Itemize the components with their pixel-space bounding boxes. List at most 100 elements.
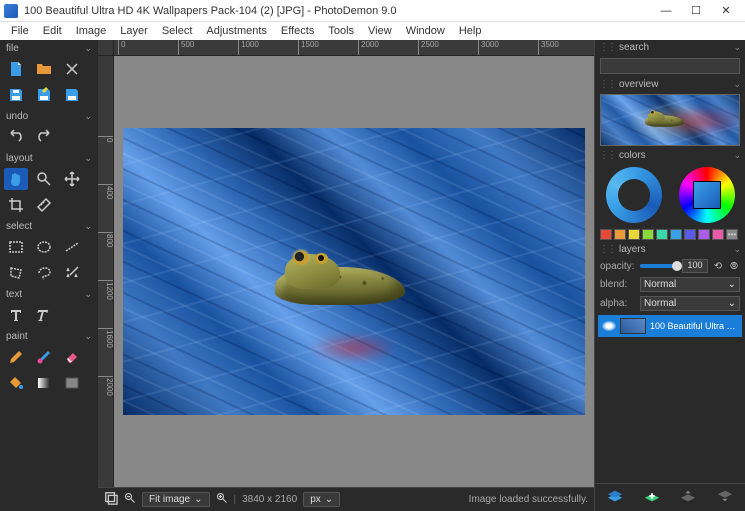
zoom-tool[interactable]	[32, 168, 56, 190]
blend-select[interactable]: Normal⌄	[640, 277, 740, 292]
panel-colors-header[interactable]: ⋮⋮colors⌄	[595, 148, 745, 163]
color-swatches: •••	[595, 227, 745, 242]
color-wheel-shade[interactable]	[606, 167, 662, 223]
ruler-vertical[interactable]: 0 400 800 1200 1600 2000	[98, 56, 114, 487]
add-layer-button[interactable]	[606, 488, 624, 507]
panel-search-header[interactable]: ⋮⋮search⌄	[595, 40, 745, 55]
line-select-tool[interactable]	[60, 236, 84, 258]
menu-select[interactable]: Select	[155, 25, 200, 37]
close-file-button[interactable]	[60, 58, 84, 80]
menubar: File Edit Image Layer Select Adjustments…	[0, 22, 745, 40]
section-undo[interactable]: undo⌄	[0, 108, 98, 124]
gradient-tool[interactable]	[32, 372, 56, 394]
crop-tool[interactable]	[4, 194, 28, 216]
canvas-viewport[interactable]: ⟳	[114, 56, 594, 487]
swatch[interactable]	[656, 229, 668, 240]
menu-edit[interactable]: Edit	[36, 25, 69, 37]
rect-select-tool[interactable]	[4, 236, 28, 258]
wand-tool[interactable]	[60, 262, 84, 284]
save-as-button[interactable]	[32, 84, 56, 106]
section-layout[interactable]: layout⌄	[0, 150, 98, 166]
layer-buttons	[595, 483, 745, 511]
pencil-tool[interactable]	[4, 346, 28, 368]
statusbar: Fit image⌄ | 3840 x 2160 px⌄ Image loade…	[98, 487, 594, 511]
alpha-label: alpha:	[600, 298, 636, 309]
save-button[interactable]	[4, 84, 28, 106]
menu-help[interactable]: Help	[452, 25, 489, 37]
redo-button[interactable]	[32, 126, 56, 148]
menu-file[interactable]: File	[4, 25, 36, 37]
menu-layer[interactable]: Layer	[113, 25, 155, 37]
blend-label: blend:	[600, 279, 636, 290]
zoom-mode-select[interactable]: Fit image⌄	[142, 492, 210, 507]
section-file[interactable]: file⌄	[0, 40, 98, 56]
swatch[interactable]	[712, 229, 724, 240]
swatch[interactable]	[684, 229, 696, 240]
eraser-tool[interactable]	[60, 346, 84, 368]
text-tool[interactable]	[4, 304, 28, 326]
ruler-corner	[98, 40, 114, 56]
layer-up-button[interactable]	[679, 488, 697, 507]
alpha-select[interactable]: Normal⌄	[640, 296, 740, 311]
layer-down-button[interactable]	[716, 488, 734, 507]
tabs-icon[interactable]	[104, 491, 118, 508]
layer-item[interactable]: 100 Beautiful Ultra HD 4K...	[598, 315, 742, 337]
export-button[interactable]	[60, 84, 84, 106]
opacity-value[interactable]: 100	[682, 259, 708, 273]
canvas-area: 0 500 1000 1500 2000 2500 3000 3500 0 40…	[98, 40, 594, 511]
menu-tools[interactable]: Tools	[321, 25, 361, 37]
swatch[interactable]	[614, 229, 626, 240]
ruler-horizontal[interactable]: 0 500 1000 1500 2000 2500 3000 3500	[114, 40, 594, 56]
menu-adjustments[interactable]: Adjustments	[199, 25, 274, 37]
color-wheel-hue[interactable]	[679, 167, 735, 223]
canvas-image[interactable]	[123, 128, 585, 415]
close-button[interactable]: ✕	[711, 1, 741, 21]
menu-effects[interactable]: Effects	[274, 25, 321, 37]
swatch[interactable]	[670, 229, 682, 240]
panel-layers-header[interactable]: ⋮⋮layers⌄	[595, 242, 745, 257]
section-paint[interactable]: paint⌄	[0, 328, 98, 344]
duplicate-layer-button[interactable]	[643, 488, 661, 507]
overview-thumbnail[interactable]	[600, 94, 740, 146]
undo-button[interactable]	[4, 126, 28, 148]
poly-select-tool[interactable]	[4, 262, 28, 284]
hand-tool[interactable]	[4, 168, 28, 190]
swatch[interactable]	[698, 229, 710, 240]
color-picker-tool[interactable]	[60, 372, 84, 394]
layer-name: 100 Beautiful Ultra HD 4K...	[650, 321, 738, 331]
menu-view[interactable]: View	[361, 25, 399, 37]
search-input[interactable]	[600, 58, 740, 74]
panel-overview-header[interactable]: ⋮⋮overview⌄	[595, 77, 745, 92]
new-file-button[interactable]	[4, 58, 28, 80]
unit-select[interactable]: px⌄	[303, 492, 340, 507]
layer-visibility-icon[interactable]	[602, 321, 616, 331]
lasso-tool[interactable]	[32, 262, 56, 284]
app-icon	[4, 4, 18, 18]
minimize-button[interactable]: —	[651, 1, 681, 21]
opacity-slider[interactable]	[640, 264, 678, 268]
open-file-button[interactable]	[32, 58, 56, 80]
menu-image[interactable]: Image	[69, 25, 114, 37]
move-tool[interactable]	[60, 168, 84, 190]
section-text[interactable]: text⌄	[0, 286, 98, 302]
swatch[interactable]	[628, 229, 640, 240]
section-select[interactable]: select⌄	[0, 218, 98, 234]
maximize-button[interactable]: ☐	[681, 1, 711, 21]
text-fancy-tool[interactable]	[32, 304, 56, 326]
fill-tool[interactable]	[4, 372, 28, 394]
opacity-spinner-icon[interactable]: ⦾	[728, 260, 740, 272]
swatch-more[interactable]: •••	[726, 229, 738, 240]
opacity-label: opacity:	[600, 261, 636, 272]
zoom-in-button[interactable]	[216, 492, 228, 507]
image-dimensions: 3840 x 2160	[242, 494, 297, 505]
status-message: Image loaded successfully.	[469, 494, 588, 505]
layer-thumbnail	[620, 318, 646, 334]
opacity-reset-icon[interactable]: ⟲	[712, 260, 724, 272]
swatch[interactable]	[600, 229, 612, 240]
measure-tool[interactable]	[32, 194, 56, 216]
menu-window[interactable]: Window	[399, 25, 452, 37]
ellipse-select-tool[interactable]	[32, 236, 56, 258]
zoom-out-button[interactable]	[124, 492, 136, 507]
brush-tool[interactable]	[32, 346, 56, 368]
swatch[interactable]	[642, 229, 654, 240]
